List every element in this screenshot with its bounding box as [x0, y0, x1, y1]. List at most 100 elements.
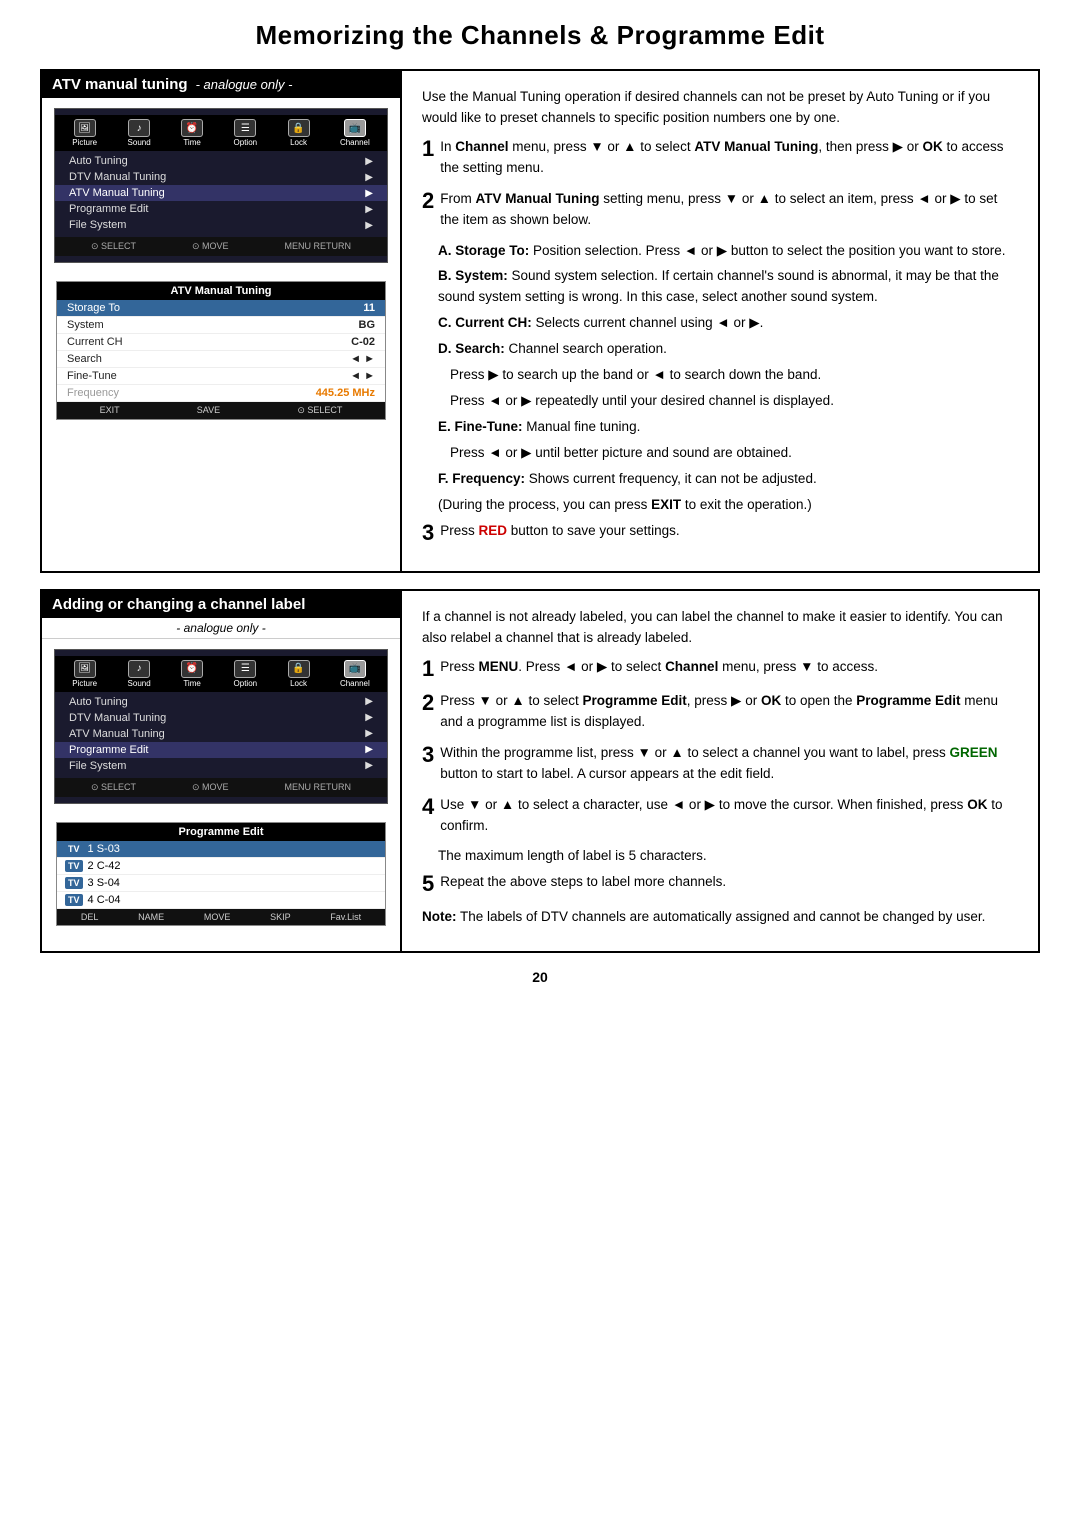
s2-step5-text: Repeat the above steps to label more cha… — [440, 872, 1018, 893]
section2-inner: Adding or changing a channel label - ana… — [42, 591, 1038, 952]
section2-right: If a channel is not already labeled, you… — [402, 591, 1038, 952]
step2-number: 2 — [422, 189, 434, 213]
s2-step5-block: 5 Repeat the above steps to label more c… — [422, 872, 1018, 896]
time-icon: ⏰ — [181, 119, 203, 137]
s2-menu-icon-sound-label: Sound — [128, 679, 151, 688]
s2-step4-block: 4 Use ▼ or ▲ to select a character, use … — [422, 795, 1018, 837]
sub-menu-fine-tune-label: Fine-Tune — [67, 370, 117, 382]
s2-menu-item-file-system: File System ▶ — [55, 758, 387, 774]
menu-item-auto-tuning-arrow: ▶ — [365, 156, 373, 167]
menu-item-dtv-manual: DTV Manual Tuning ▶ — [55, 169, 387, 185]
section2-box: Adding or changing a channel label - ana… — [40, 589, 1040, 954]
pe-footer-move: MOVE — [204, 912, 231, 922]
menu-icon-lock: 🔒 Lock — [288, 119, 310, 147]
s2-menu-icon-option: ☰ Option — [234, 660, 258, 688]
section1-header: ATV manual tuning - analogue only - — [42, 71, 400, 98]
s2-sound-icon: ♪ — [128, 660, 150, 678]
s2-menu-icon-channel-label: Channel — [340, 679, 370, 688]
sub-menu-storage-label: Storage To — [67, 302, 120, 314]
section1-menu-footer: ⊙ SELECT ⊙ MOVE MENU RETURN — [55, 237, 387, 256]
s2-step2-text: Press ▼ or ▲ to select Programme Edit, p… — [440, 691, 1018, 733]
sub-menu-fine-tune-val: ◄ ► — [350, 370, 375, 382]
s2-menu-item-file-system-label: File System — [69, 760, 126, 772]
menu-item-programme-edit: Programme Edit ▶ — [55, 201, 387, 217]
sub-menu-row-storage: Storage To 11 — [57, 300, 385, 317]
sub-menu-current-ch-val: C-02 — [351, 336, 375, 348]
s2-step2-number: 2 — [422, 691, 434, 715]
atv-sub-menu: ATV Manual Tuning Storage To 11 System B… — [56, 281, 386, 420]
sub-menu-system-label: System — [67, 319, 104, 331]
prog-edit-row-2: TV 2 C-42 — [57, 858, 385, 875]
sub-menu-storage-val: 11 — [363, 302, 375, 314]
page-number: 20 — [40, 969, 1040, 985]
section2-menu-icons-row: 🖼 Picture ♪ Sound ⏰ Time ☰ — [55, 656, 387, 692]
pe-footer-name: NAME — [138, 912, 164, 922]
prog-edit-footer: DEL NAME MOVE SKIP Fav.List — [57, 909, 385, 925]
step3-text: Press RED button to save your settings. — [440, 521, 1018, 542]
menu-item-programme-edit-arrow: ▶ — [365, 204, 373, 215]
pe-footer-skip: SKIP — [270, 912, 291, 922]
prog-edit-title: Programme Edit — [57, 823, 385, 841]
s2-channel-icon: 📺 — [344, 660, 366, 678]
s2-menu-item-auto-tuning-label: Auto Tuning — [69, 696, 128, 708]
prog-edit-label-2: 2 C-42 — [88, 860, 121, 872]
page-title: Memorizing the Channels & Programme Edit — [40, 20, 1040, 51]
sub-menu-footer: EXIT SAVE ⊙ SELECT — [57, 402, 385, 419]
section2-menu-mockup: 🖼 Picture ♪ Sound ⏰ Time ☰ — [54, 649, 388, 804]
section1-inner: ATV manual tuning - analogue only - 🖼 Pi… — [42, 71, 1038, 571]
page-container: Memorizing the Channels & Programme Edit… — [0, 0, 1080, 1527]
s2-step5-number: 5 — [422, 872, 434, 896]
step1-number: 1 — [422, 137, 434, 161]
s2-menu-item-dtv-manual: DTV Manual Tuning ▶ — [55, 710, 387, 726]
sub-footer-save: SAVE — [197, 405, 220, 416]
sub-item-b: B. System: Sound system selection. If ce… — [438, 266, 1018, 308]
s2-lock-icon: 🔒 — [288, 660, 310, 678]
section2-note: Note: The labels of DTV channels are aut… — [422, 907, 1018, 928]
menu-icon-sound: ♪ Sound — [128, 119, 151, 147]
s2-menu-icon-option-label: Option — [234, 679, 258, 688]
s2-step4-number: 4 — [422, 795, 434, 819]
step1-block: 1 In Channel menu, press ▼ or ▲ to selec… — [422, 137, 1018, 179]
s2-menu-icon-lock: 🔒 Lock — [288, 660, 310, 688]
section1-left: ATV manual tuning - analogue only - 🖼 Pi… — [42, 71, 402, 571]
menu-item-file-system: File System ▶ — [55, 217, 387, 233]
sub-menu-row-search: Search ◄ ► — [57, 351, 385, 368]
s2-menu-item-dtv-manual-label: DTV Manual Tuning — [69, 712, 166, 724]
s2-step2-block: 2 Press ▼ or ▲ to select Programme Edit,… — [422, 691, 1018, 733]
menu-icon-lock-label: Lock — [290, 138, 307, 147]
menu-icon-option-label: Option — [234, 138, 258, 147]
prog-edit-row-1: TV 1 S-03 — [57, 841, 385, 858]
s2-footer-return: MENU RETURN — [284, 782, 351, 793]
prog-tv-badge-4: TV — [65, 894, 83, 906]
menu-item-auto-tuning: Auto Tuning ▶ — [55, 153, 387, 169]
pe-footer-favlist: Fav.List — [330, 912, 361, 922]
sub-menu-row-system: System BG — [57, 317, 385, 334]
section2-intro: If a channel is not already labeled, you… — [422, 607, 1018, 649]
s2-menu-item-programme-edit-label: Programme Edit — [69, 744, 148, 756]
s2-step1-text: Press MENU. Press ◄ or ▶ to select Chann… — [440, 657, 1018, 678]
sub-item-a: A. Storage To: Position selection. Press… — [438, 241, 1018, 262]
pe-footer-del: DEL — [81, 912, 99, 922]
sub-item-d2: Press ◄ or ▶ repeatedly until your desir… — [450, 391, 1018, 412]
sub-item-c: C. Current CH: Selects current channel u… — [438, 313, 1018, 334]
s2-step3-block: 3 Within the programme list, press ▼ or … — [422, 743, 1018, 785]
sub-menu-search-val: ◄ ► — [350, 353, 375, 365]
s2-dtv-manual-arrow: ▶ — [365, 712, 373, 723]
sub-item-f: F. Frequency: Shows current frequency, i… — [438, 469, 1018, 490]
menu-icon-time-label: Time — [183, 138, 200, 147]
option-icon: ☰ — [234, 119, 256, 137]
s2-step4b: The maximum length of label is 5 charact… — [438, 846, 1018, 867]
s2-menu-icon-time-label: Time — [183, 679, 200, 688]
section2-header: Adding or changing a channel label — [42, 591, 400, 618]
prog-tv-badge-2: TV — [65, 860, 83, 872]
step1-text: In Channel menu, press ▼ or ▲ to select … — [440, 137, 1018, 179]
s2-menu-icon-picture-label: Picture — [72, 679, 97, 688]
section1-menu-icons-row: 🖼 Picture ♪ Sound ⏰ Time ☰ — [55, 115, 387, 151]
footer-return: MENU RETURN — [284, 241, 351, 252]
sub-menu-current-ch-label: Current CH — [67, 336, 123, 348]
section2-menu-footer: ⊙ SELECT ⊙ MOVE MENU RETURN — [55, 778, 387, 797]
s2-file-system-arrow: ▶ — [365, 760, 373, 771]
s2-step4-text: Use ▼ or ▲ to select a character, use ◄ … — [440, 795, 1018, 837]
menu-icon-time: ⏰ Time — [181, 119, 203, 147]
sub-menu-frequency-val: 445.25 MHz — [316, 387, 375, 399]
